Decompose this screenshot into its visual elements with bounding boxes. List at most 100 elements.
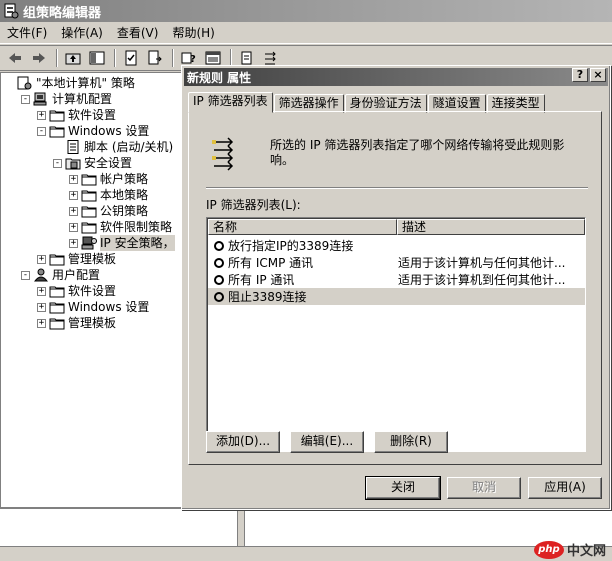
expand-icon[interactable]: + bbox=[37, 286, 46, 296]
filter-desc-cell: 适用于该计算机与任何其他计... bbox=[398, 256, 566, 270]
toolbar-separator bbox=[114, 49, 116, 67]
watermark-text: 中文网 bbox=[566, 544, 606, 559]
filter-name-cell: 放行指定IP的3389连接 bbox=[208, 237, 394, 254]
menu-bar: 文件(F) 操作(A) 查看(V) 帮助(H) bbox=[0, 23, 612, 44]
menu-action[interactable]: 操作(A) bbox=[54, 23, 110, 43]
filter-name: 所有 IP 通讯 bbox=[228, 273, 295, 287]
folder-icon bbox=[49, 286, 65, 298]
collapse-icon[interactable]: - bbox=[37, 126, 46, 136]
filter-name: 阻止3389连接 bbox=[228, 290, 307, 304]
tree-item[interactable]: - Windows 设置 bbox=[37, 123, 149, 139]
window-title: 组策略编辑器 bbox=[23, 5, 102, 21]
radio-button[interactable] bbox=[214, 257, 224, 268]
expand-icon[interactable]: + bbox=[69, 238, 78, 248]
tree-item-label: 帐户策略 bbox=[100, 172, 149, 186]
tree-item-label: 计算机配置 bbox=[52, 92, 113, 106]
tree-item-label: 公钥策略 bbox=[100, 204, 149, 218]
tree-pane[interactable]: "本地计算机" 策略 - 计算机配置 + 软件设置 - Windows 设置 脚本 (启动/关… bbox=[0, 72, 183, 508]
separator-line bbox=[206, 187, 588, 189]
expand-icon[interactable]: + bbox=[69, 206, 78, 216]
filter-listview[interactable]: 名称 描述 放行指定IP的3389连接 所有 ICMP 通讯 适用于该计算机与任何其… bbox=[206, 217, 586, 452]
tree-item-label: "本地计算机" 策略 bbox=[36, 76, 135, 90]
up-level-button[interactable] bbox=[62, 48, 84, 68]
status-bar bbox=[0, 546, 612, 561]
collapse-icon[interactable]: - bbox=[21, 270, 30, 280]
folder-icon bbox=[81, 190, 97, 202]
user-icon bbox=[33, 268, 49, 282]
tree-item[interactable]: 脚本 (启动/关机) bbox=[53, 139, 173, 155]
tree-item-label: 软件限制策略 bbox=[100, 220, 173, 234]
tree-item[interactable]: - 安全设置 bbox=[53, 155, 132, 171]
filter-list-row[interactable]: 阻止3389连接 bbox=[208, 288, 585, 305]
help-icon: ? bbox=[181, 52, 196, 65]
tree-item[interactable]: + 软件限制策略 bbox=[69, 219, 172, 235]
tree-item[interactable]: + 公钥策略 bbox=[69, 203, 148, 219]
tree-item[interactable]: + 本地策略 bbox=[69, 187, 148, 203]
folder-icon bbox=[81, 222, 97, 234]
tree-item[interactable]: + 管理模板 bbox=[37, 315, 116, 331]
computer-icon bbox=[33, 92, 47, 106]
radio-button[interactable] bbox=[214, 274, 224, 285]
filter-name-cell: 所有 IP 通讯 bbox=[208, 271, 394, 288]
expand-icon[interactable]: + bbox=[37, 254, 46, 264]
show-tree-button[interactable] bbox=[86, 48, 108, 68]
tree-item[interactable]: + 帐户策略 bbox=[69, 171, 148, 187]
radio-button[interactable] bbox=[214, 291, 224, 302]
tree-item[interactable]: + 软件设置 bbox=[37, 107, 116, 123]
dialog-close-button[interactable]: × bbox=[590, 68, 606, 82]
tree-item-label: IP 安全策略， bbox=[100, 235, 175, 251]
dialog-help-button[interactable]: ? bbox=[572, 68, 588, 82]
menu-view[interactable]: 查看(V) bbox=[110, 23, 166, 43]
tree-item[interactable]: - 用户配置 bbox=[21, 267, 100, 283]
close-button[interactable]: 关闭 bbox=[365, 476, 441, 500]
show-tree-icon bbox=[89, 51, 105, 65]
tree-item[interactable]: "本地计算机" 策略 bbox=[5, 75, 135, 91]
remove-button[interactable]: 删除(R) bbox=[374, 431, 448, 453]
expand-icon[interactable]: + bbox=[69, 222, 78, 232]
php-logo: php bbox=[533, 540, 564, 559]
collapse-icon[interactable]: - bbox=[21, 94, 30, 104]
tree-item[interactable]: + 管理模板 bbox=[37, 251, 116, 267]
tree-item-label: Windows 设置 bbox=[68, 300, 150, 314]
export-button[interactable] bbox=[144, 48, 166, 68]
filter-list-label: IP 筛选器列表(L): bbox=[206, 198, 301, 212]
collapse-icon[interactable]: - bbox=[53, 158, 62, 168]
console-icon bbox=[205, 51, 221, 65]
expand-icon[interactable]: + bbox=[37, 302, 46, 312]
site-watermark: php 中文网 bbox=[533, 540, 606, 559]
menu-help[interactable]: 帮助(H) bbox=[165, 23, 221, 43]
tree-item[interactable]: + IP 安全策略， bbox=[69, 235, 175, 251]
tree-item[interactable]: + Windows 设置 bbox=[37, 299, 149, 315]
ipsec-tool-icon bbox=[265, 51, 276, 65]
back-button[interactable] bbox=[4, 48, 26, 68]
edit-button[interactable]: 编辑(E)... bbox=[290, 431, 364, 453]
expand-icon[interactable]: + bbox=[37, 110, 46, 120]
add-button[interactable]: 添加(D)... bbox=[206, 431, 280, 453]
expand-icon[interactable]: + bbox=[69, 190, 78, 200]
pane-splitter[interactable] bbox=[237, 508, 245, 546]
radio-button[interactable] bbox=[214, 240, 224, 251]
column-header-name[interactable]: 名称 bbox=[208, 219, 397, 235]
toolbar-separator bbox=[56, 49, 58, 67]
filter-list-row[interactable]: 放行指定IP的3389连接 bbox=[208, 237, 585, 254]
filter-list-row[interactable]: 所有 IP 通讯 适用于该计算机到任何其他计... bbox=[208, 271, 585, 288]
column-header-description[interactable]: 描述 bbox=[397, 219, 585, 235]
tree-item-label: 安全设置 bbox=[84, 156, 133, 170]
tree-item[interactable]: - 计算机配置 bbox=[21, 91, 112, 107]
folder-icon bbox=[49, 254, 65, 266]
tree-item-label: Windows 设置 bbox=[68, 124, 150, 138]
folder-icon bbox=[49, 302, 65, 314]
filter-list-row[interactable]: 所有 ICMP 通讯 适用于该计算机与任何其他计... bbox=[208, 254, 585, 271]
expand-icon[interactable]: + bbox=[37, 318, 46, 328]
apply-button[interactable]: 应用(A) bbox=[528, 477, 602, 499]
properties-button[interactable] bbox=[120, 48, 142, 68]
up-folder-icon bbox=[65, 53, 81, 65]
filter-name: 放行指定IP的3389连接 bbox=[228, 239, 354, 253]
tab-ip-filter-list[interactable]: IP 筛选器列表 bbox=[188, 92, 273, 113]
tree-item[interactable]: + 软件设置 bbox=[37, 283, 116, 299]
menu-file[interactable]: 文件(F) bbox=[0, 23, 54, 43]
policy-icon bbox=[17, 76, 32, 90]
forward-button[interactable] bbox=[28, 48, 50, 68]
expand-icon[interactable]: + bbox=[69, 174, 78, 184]
folder-icon bbox=[49, 110, 65, 122]
